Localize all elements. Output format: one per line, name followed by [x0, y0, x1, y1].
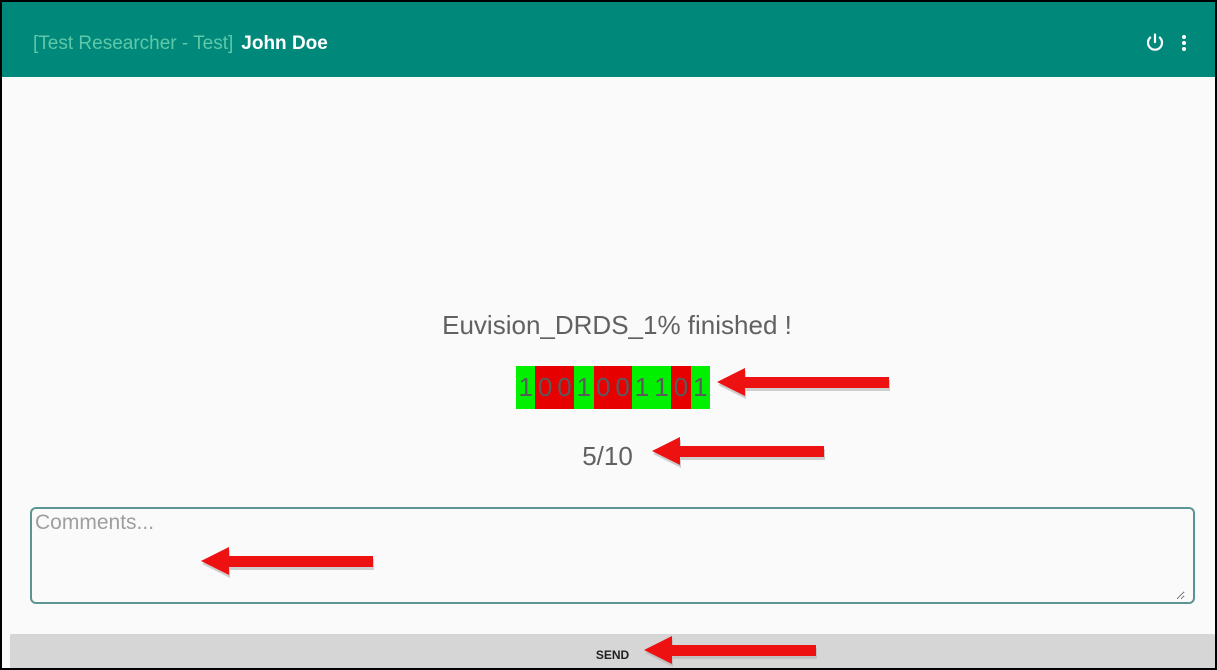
app-bar: [Test Researcher - Test] John Doe [2, 2, 1215, 77]
power-button[interactable] [1144, 32, 1166, 54]
more-vert-icon [1182, 35, 1186, 51]
send-button[interactable]: SEND [10, 634, 1215, 668]
app-screen: [Test Researcher - Test] John Doe Euvisio… [2, 2, 1215, 668]
sequence-cell-wrong: 0 [671, 366, 691, 409]
sequence-cell-wrong: 0 [535, 366, 555, 409]
app-title: [Test Researcher - Test] John Doe [33, 33, 328, 55]
overflow-menu-button[interactable] [1174, 32, 1194, 54]
researcher-label: [Test Researcher - Test] [33, 33, 234, 54]
annotation-arrow [652, 437, 825, 468]
annotation-arrow [201, 547, 374, 578]
response-sequence: 1001001101 [516, 366, 710, 409]
sequence-cell-correct: 1 [574, 366, 594, 409]
sequence-cell-correct: 1 [690, 366, 710, 409]
score-text: 5/10 [582, 441, 633, 471]
power-icon [1146, 33, 1164, 51]
sequence-cell-correct: 1 [516, 366, 536, 409]
finished-message: Euvision_DRDS_1% finished ! [442, 310, 792, 340]
sequence-cell-correct: 1 [651, 366, 672, 409]
sequence-cell-correct: 1 [632, 366, 652, 409]
annotation-arrow [644, 636, 817, 667]
annotation-arrow [717, 368, 890, 399]
user-name: John Doe [241, 33, 328, 54]
sequence-cell-wrong: 0 [593, 366, 613, 409]
sequence-cell-wrong: 0 [554, 366, 575, 409]
sequence-cell-wrong: 0 [612, 366, 633, 409]
